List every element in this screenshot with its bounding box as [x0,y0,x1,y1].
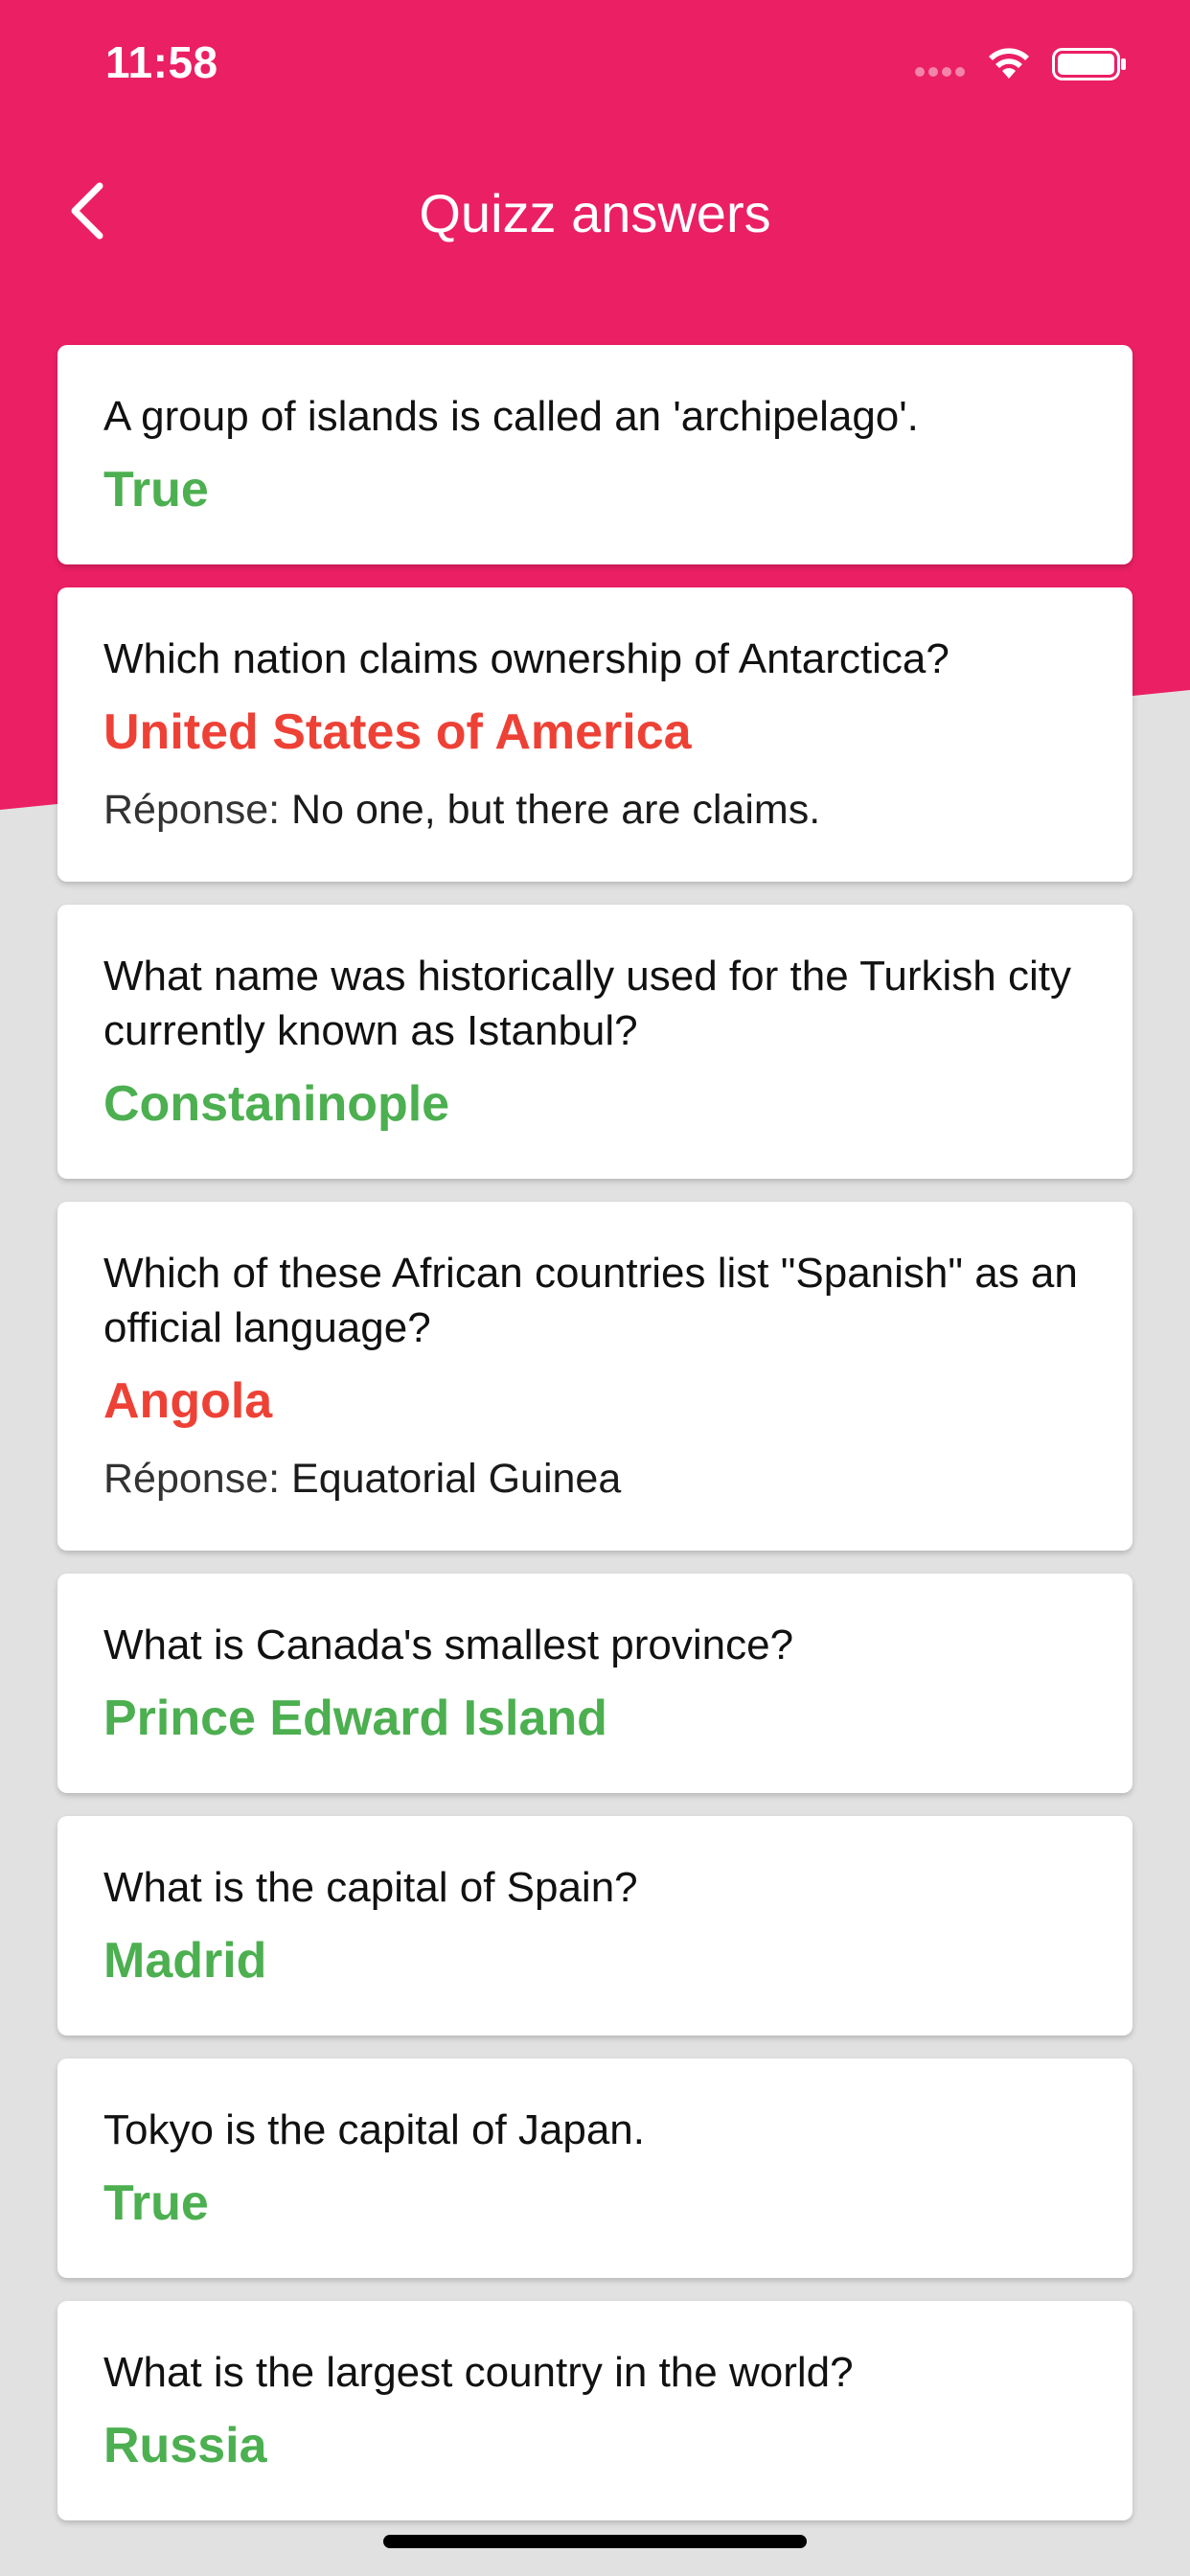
correct-answer-label: Réponse: [103,1456,281,1502]
answer-card: Tokyo is the capital of Japan. True [57,2058,1133,2278]
answer-card: What is the capital of Spain? Madrid [57,1816,1133,2036]
correct-answer: Réponse: No one, but there are claims. [103,784,1087,836]
question-text: Which nation claims ownership of Antarct… [103,635,950,682]
given-answer: Constaninople [103,1076,450,1132]
answer-card: What is Canada's smallest province? Prin… [57,1574,1133,1793]
wifi-icon [989,48,1029,79]
status-time: 11:58 [105,37,218,87]
navigation-bar: Quizz answers [0,163,1190,259]
given-answer: United States of America [103,704,692,760]
question-text: Which of these African countries list "S… [103,1250,1078,1351]
page-title: Quizz answers [419,183,771,243]
question-text: A group of islands is called an 'archipe… [103,393,919,440]
answer-card: A group of islands is called an 'archipe… [57,345,1133,564]
given-answer: Madrid [103,1933,267,1989]
correct-answer-label: Réponse: [103,787,281,833]
question-text: What is Canada's smallest province? [103,1622,794,1668]
given-answer: Prince Edward Island [103,1690,607,1746]
answers-list[interactable]: A group of islands is called an 'archipe… [57,345,1133,2543]
given-answer: Angola [103,1373,273,1429]
given-answer: True [103,2175,209,2231]
given-answer: Russia [103,2418,267,2473]
home-indicator[interactable] [383,2535,807,2548]
correct-answer: Réponse: Equatorial Guinea [103,1453,1087,1505]
correct-answer-value: Equatorial Guinea [291,1456,622,1502]
cellular-signal-icon [915,67,965,77]
question-text: What is the largest country in the world… [103,2349,854,2396]
answer-card: What name was historically used for the … [57,905,1133,1179]
question-text: What name was historically used for the … [103,953,1071,1054]
given-answer: True [103,462,209,518]
answer-card: Which of these African countries list "S… [57,1202,1133,1551]
status-bar: 11:58 [0,0,1190,125]
answer-card: What is the largest country in the world… [57,2301,1133,2520]
question-text: What is the capital of Spain? [103,1864,638,1911]
battery-icon [1052,48,1126,80]
correct-answer-value: No one, but there are claims. [291,787,821,833]
answer-card: Which nation claims ownership of Antarct… [57,587,1133,882]
question-text: Tokyo is the capital of Japan. [103,2106,645,2153]
